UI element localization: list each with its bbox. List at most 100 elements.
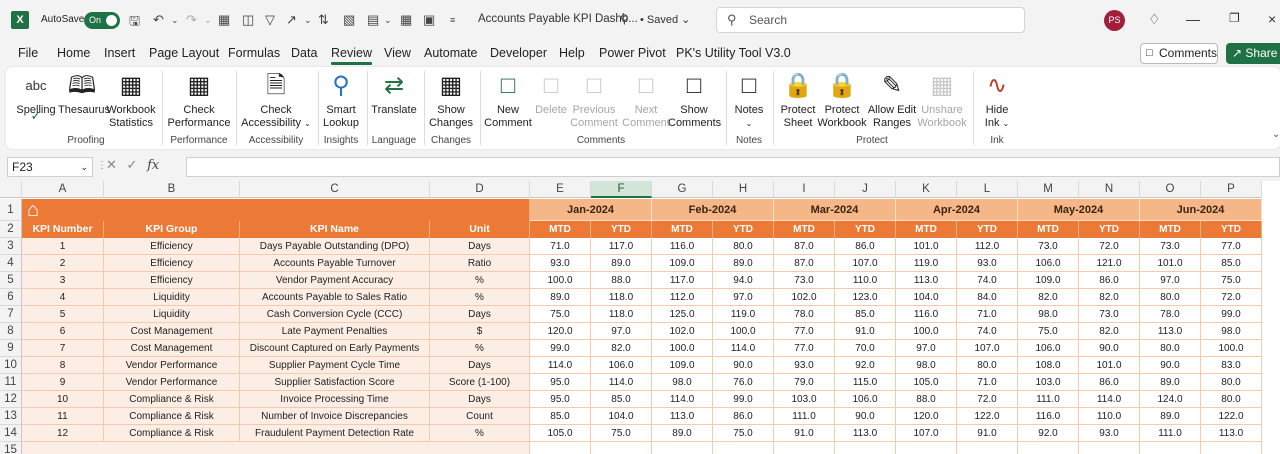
- value-cell[interactable]: 119.0: [896, 255, 957, 272]
- unit-cell[interactable]: $: [430, 323, 530, 340]
- value-cell[interactable]: 101.0: [1079, 357, 1140, 374]
- smart-lookup-button[interactable]: ⚲ Smart Lookup: [320, 71, 362, 130]
- value-cell[interactable]: 98.0: [1018, 306, 1079, 323]
- minimize-icon[interactable]: —: [1186, 11, 1200, 27]
- value-cell[interactable]: 72.0: [1079, 238, 1140, 255]
- value-cell[interactable]: 123.0: [835, 289, 896, 306]
- unit-cell[interactable]: Score (1-100): [430, 374, 530, 391]
- column-header-c[interactable]: C: [240, 181, 430, 198]
- unit-cell[interactable]: Days: [430, 238, 530, 255]
- value-cell[interactable]: 92.0: [835, 357, 896, 374]
- kpi-name-cell[interactable]: Supplier Satisfaction Score: [240, 374, 430, 391]
- value-cell[interactable]: 107.0: [896, 425, 957, 442]
- undo-icon[interactable]: ↶: [153, 12, 164, 28]
- kpi-name-cell[interactable]: Invoice Processing Time: [240, 391, 430, 408]
- value-cell[interactable]: 72.0: [957, 391, 1018, 408]
- empty-cell[interactable]: [530, 442, 591, 454]
- kpi-group-cell[interactable]: Cost Management: [104, 340, 240, 357]
- value-cell[interactable]: 100.0: [896, 323, 957, 340]
- value-cell[interactable]: 82.0: [1079, 289, 1140, 306]
- kpi-name-cell[interactable]: Fraudulent Payment Detection Rate: [240, 425, 430, 442]
- value-cell[interactable]: 117.0: [591, 238, 652, 255]
- value-cell[interactable]: 84.0: [957, 289, 1018, 306]
- row-header-6[interactable]: 6: [0, 289, 22, 306]
- kpi-number-cell[interactable]: 9: [22, 374, 104, 391]
- form-icon[interactable]: ▣: [423, 12, 435, 28]
- kpi-number-cell[interactable]: 1: [22, 238, 104, 255]
- value-cell[interactable]: 80.0: [713, 238, 774, 255]
- tab-file[interactable]: File: [18, 46, 38, 60]
- avatar[interactable]: PS: [1104, 10, 1125, 31]
- column-header-d[interactable]: D: [430, 181, 530, 198]
- value-cell[interactable]: 101.0: [1140, 255, 1201, 272]
- value-cell[interactable]: 122.0: [1201, 408, 1262, 425]
- value-cell[interactable]: 85.0: [591, 391, 652, 408]
- kpi-name-cell[interactable]: Vendor Payment Accuracy: [240, 272, 430, 289]
- row-header-3[interactable]: 3: [0, 238, 22, 255]
- protect-sheet-button[interactable]: 🔒 Protect Sheet: [776, 71, 820, 130]
- value-cell[interactable]: 75.0: [530, 306, 591, 323]
- value-cell[interactable]: 79.0: [774, 374, 835, 391]
- kpi-name-cell[interactable]: Late Payment Penalties: [240, 323, 430, 340]
- value-cell[interactable]: 98.0: [1201, 323, 1262, 340]
- value-cell[interactable]: 87.0: [774, 238, 835, 255]
- sensitivity-icon[interactable]: ⚲: [620, 12, 629, 26]
- value-cell[interactable]: 97.0: [896, 340, 957, 357]
- value-cell[interactable]: 91.0: [957, 425, 1018, 442]
- kpi-number-cell[interactable]: 6: [22, 323, 104, 340]
- column-header-h[interactable]: H: [713, 181, 774, 198]
- value-cell[interactable]: 89.0: [591, 255, 652, 272]
- value-cell[interactable]: 92.0: [1018, 425, 1079, 442]
- value-cell[interactable]: 100.0: [713, 323, 774, 340]
- kpi-group-cell[interactable]: Cost Management: [104, 323, 240, 340]
- sort-icon[interactable]: ⇅: [318, 12, 329, 28]
- calculator-icon[interactable]: ▦: [400, 12, 412, 28]
- column-header-a[interactable]: A: [22, 181, 104, 198]
- value-cell[interactable]: 121.0: [1079, 255, 1140, 272]
- save-icon[interactable]: 🖫: [129, 12, 140, 34]
- kpi-name-cell[interactable]: Cash Conversion Cycle (CCC): [240, 306, 430, 323]
- allow-edit-ranges-button[interactable]: ✎ Allow Edit Ranges: [866, 71, 918, 130]
- row-header-13[interactable]: 13: [0, 408, 22, 425]
- row-header-12[interactable]: 12: [0, 391, 22, 408]
- kpi-group-cell[interactable]: Liquidity: [104, 306, 240, 323]
- empty-cell[interactable]: [774, 442, 835, 454]
- value-cell[interactable]: 93.0: [957, 255, 1018, 272]
- column-header-e[interactable]: E: [530, 181, 591, 198]
- enter-icon[interactable]: ✓: [127, 157, 138, 172]
- value-cell[interactable]: 106.0: [1018, 255, 1079, 272]
- pivot-icon[interactable]: ▧: [343, 12, 355, 28]
- row-header-8[interactable]: 8: [0, 323, 22, 340]
- unit-cell[interactable]: Days: [430, 306, 530, 323]
- tab-data[interactable]: Data: [291, 46, 317, 60]
- value-cell[interactable]: 106.0: [591, 357, 652, 374]
- value-cell[interactable]: 93.0: [774, 357, 835, 374]
- value-cell[interactable]: 73.0: [1140, 238, 1201, 255]
- value-cell[interactable]: 105.0: [530, 425, 591, 442]
- collapse-ribbon-icon[interactable]: ⌄: [1272, 129, 1280, 140]
- value-cell[interactable]: 98.0: [896, 357, 957, 374]
- kpi-number-cell[interactable]: 11: [22, 408, 104, 425]
- protect-workbook-button[interactable]: 🔒 Protect Workbook: [816, 71, 868, 130]
- insert-function-icon[interactable]: fx: [147, 158, 159, 173]
- spelling-button[interactable]: abc ✓ Spelling: [16, 71, 56, 123]
- value-cell[interactable]: 109.0: [652, 255, 713, 272]
- value-cell[interactable]: 76.0: [713, 374, 774, 391]
- value-cell[interactable]: 120.0: [530, 323, 591, 340]
- document-title[interactable]: Accounts Payable KPI Dashb...: [478, 13, 638, 25]
- value-cell[interactable]: 71.0: [957, 306, 1018, 323]
- row-header-1[interactable]: 1: [0, 199, 22, 221]
- value-cell[interactable]: 107.0: [957, 340, 1018, 357]
- value-cell[interactable]: 72.0: [1201, 289, 1262, 306]
- value-cell[interactable]: 118.0: [591, 289, 652, 306]
- value-cell[interactable]: 102.0: [774, 289, 835, 306]
- value-cell[interactable]: 88.0: [896, 391, 957, 408]
- tab-formulas[interactable]: Formulas: [228, 46, 280, 60]
- value-cell[interactable]: 104.0: [896, 289, 957, 306]
- share-dropdown-icon[interactable]: ⌄: [304, 15, 312, 26]
- row-header-5[interactable]: 5: [0, 272, 22, 289]
- close-icon[interactable]: ×: [1268, 11, 1276, 27]
- value-cell[interactable]: 105.0: [896, 374, 957, 391]
- unit-cell[interactable]: Days: [430, 357, 530, 374]
- value-cell[interactable]: 91.0: [774, 425, 835, 442]
